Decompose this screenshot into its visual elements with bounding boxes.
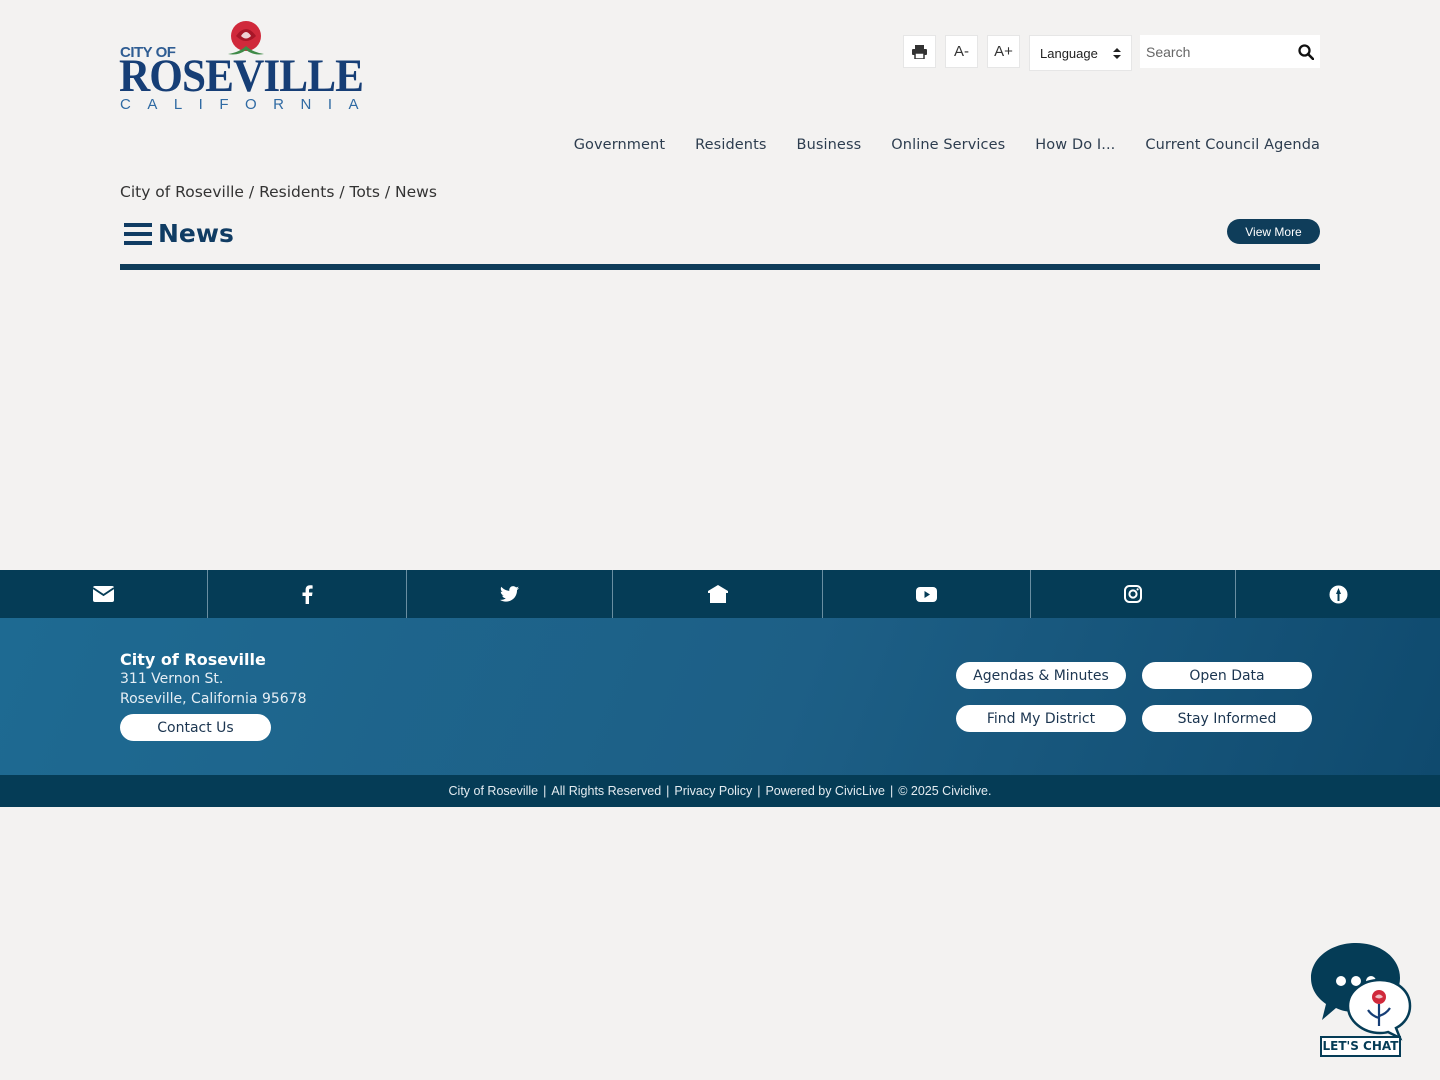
hamburger-icon (124, 222, 152, 245)
breadcrumb-separator: / (379, 183, 396, 201)
privacy-policy-link[interactable]: Privacy Policy (674, 784, 752, 798)
social-bar (0, 570, 1440, 618)
chat-label: LET'S CHAT (1322, 1039, 1399, 1053)
twitter-icon (500, 586, 519, 602)
language-select[interactable]: Language (1029, 35, 1132, 71)
nav-current-council-agenda[interactable]: Current Council Agenda (1145, 137, 1320, 153)
utility-toolbar: A- A+ Language Search (903, 35, 1320, 71)
language-label: Language (1040, 45, 1098, 61)
copyright-separator: | (543, 784, 547, 798)
logo-roseville: ROSEVILLE (119, 50, 364, 102)
nextdoor-link[interactable] (613, 570, 823, 618)
logo-california: CALIFORNIA (120, 96, 376, 113)
nextdoor-icon (707, 585, 728, 603)
sort-arrows-icon (1113, 47, 1121, 59)
nav-how-do-i[interactable]: How Do I... (1035, 137, 1115, 153)
instagram-link[interactable] (1031, 570, 1236, 618)
news-title-text: News (158, 219, 234, 248)
instagram-icon (1124, 585, 1142, 603)
footer-org-name: City of Roseville (120, 650, 266, 669)
copyright-separator: | (889, 784, 894, 798)
view-more-button[interactable]: View More (1227, 219, 1320, 244)
main-nav: Government Residents Business Online Ser… (574, 137, 1320, 153)
open-data-button[interactable]: Open Data (1142, 662, 1312, 689)
copyright-bar: City of Roseville | All Rights Reserved … (0, 775, 1440, 807)
city-logo[interactable]: CITY OF ROSEVILLE CALIFORNIA (119, 18, 364, 113)
stay-informed-button[interactable]: Stay Informed (1142, 705, 1312, 732)
email-link[interactable] (0, 570, 208, 618)
granicus-link[interactable] (1236, 570, 1440, 618)
nav-residents[interactable]: Residents (695, 137, 766, 153)
print-icon (912, 44, 927, 59)
footer-address-line2: Roseville, California 95678 (120, 691, 307, 707)
facebook-icon (302, 584, 313, 604)
contact-us-button[interactable]: Contact Us (120, 714, 271, 741)
print-button[interactable] (903, 35, 936, 68)
nav-online-services[interactable]: Online Services (891, 137, 1005, 153)
search-input[interactable]: Search (1146, 44, 1298, 60)
chat-widget[interactable]: LET'S CHAT (1308, 940, 1418, 1060)
copyright-separator: | (666, 784, 670, 798)
breadcrumb-news: News (395, 183, 437, 201)
nav-government[interactable]: Government (574, 137, 665, 153)
agendas-minutes-button[interactable]: Agendas & Minutes (956, 662, 1126, 689)
granicus-icon (1329, 585, 1347, 603)
footer-address-line1: 311 Vernon St. (120, 671, 224, 687)
rose-icon (228, 21, 264, 55)
youtube-link[interactable] (823, 570, 1031, 618)
breadcrumb-tots[interactable]: Tots (349, 183, 379, 201)
envelope-icon (93, 586, 114, 602)
site-footer: City of Roseville 311 Vernon St. Rosevil… (0, 618, 1440, 775)
copyright-org-link[interactable]: City of Roseville (449, 784, 539, 798)
news-title: News (124, 219, 234, 248)
search-icon[interactable] (1298, 43, 1314, 60)
breadcrumb: City of Roseville / Residents / Tots / N… (120, 183, 437, 201)
breadcrumb-separator: / (334, 183, 350, 201)
decrease-text-button[interactable]: A- (945, 35, 978, 68)
copyright-rights: All Rights Reserved (551, 784, 662, 798)
find-my-district-button[interactable]: Find My District (956, 705, 1126, 732)
breadcrumb-residents[interactable]: Residents (259, 183, 334, 201)
breadcrumb-city[interactable]: City of Roseville (120, 183, 244, 201)
search-box: Search (1140, 35, 1320, 68)
twitter-link[interactable] (407, 570, 613, 618)
breadcrumb-separator: / (243, 183, 260, 201)
facebook-link[interactable] (208, 570, 407, 618)
nav-business[interactable]: Business (797, 137, 862, 153)
youtube-icon (916, 586, 937, 602)
news-header: News View More (120, 215, 1320, 270)
powered-by-link[interactable]: Powered by CivicLive (765, 784, 885, 798)
increase-text-button[interactable]: A+ (987, 35, 1020, 68)
copyright-year: © 2025 Civiclive. (898, 784, 992, 798)
copyright-separator: | (757, 784, 761, 798)
